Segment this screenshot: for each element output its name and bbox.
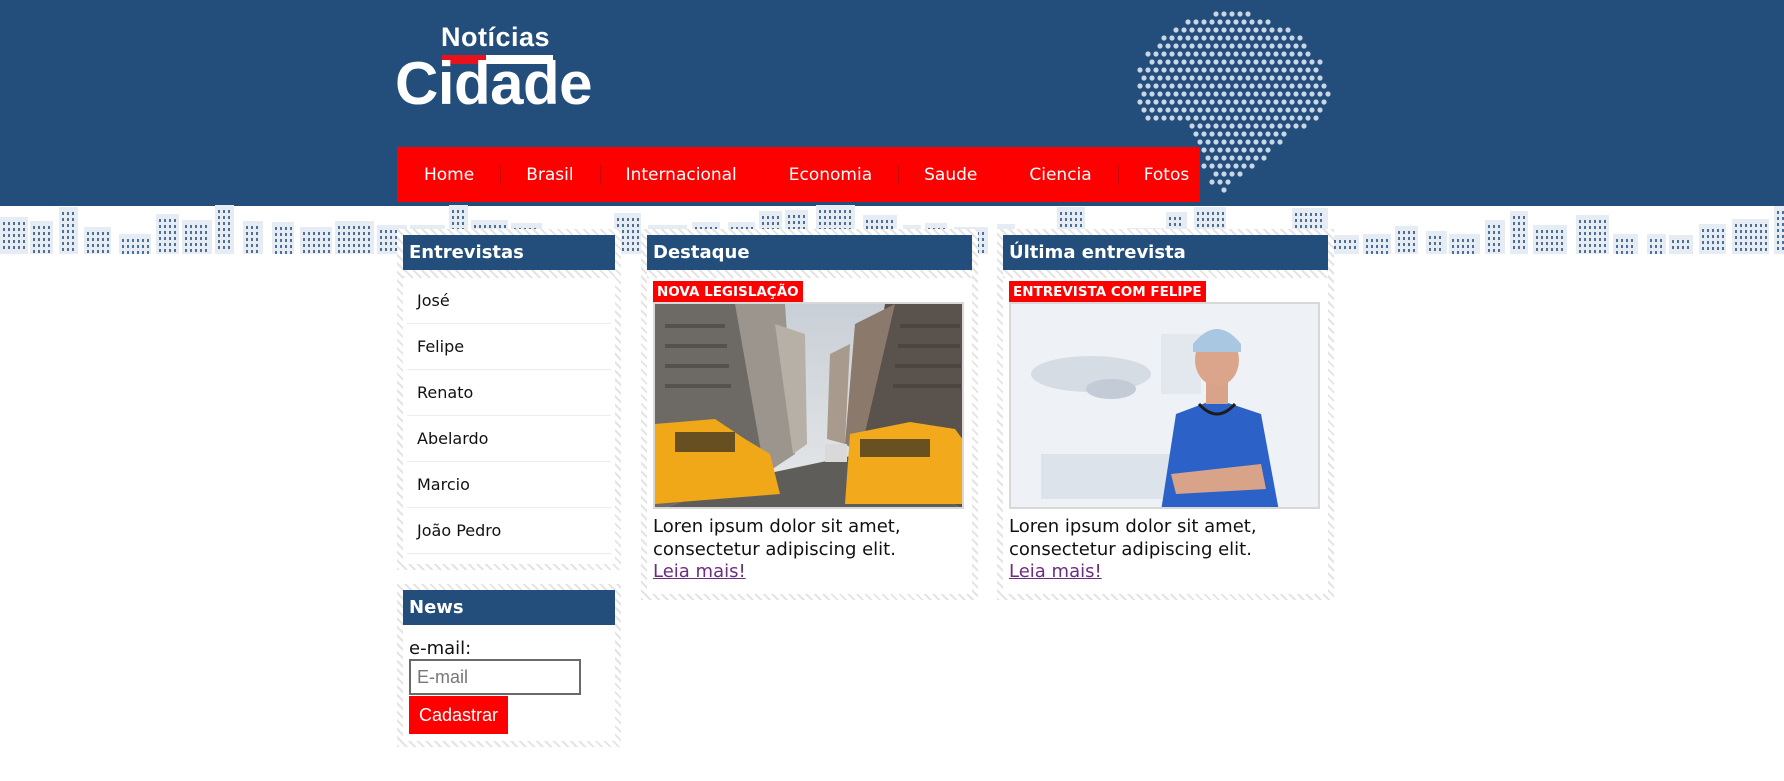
featured-box: Destaque NOVA LEGISLAÇÃO Loren ipsum dol…	[641, 229, 978, 600]
site-logo[interactable]: Notícias Cidade	[395, 22, 595, 117]
interview-item-marcio[interactable]: Marcio	[407, 462, 611, 508]
divider	[1003, 270, 1328, 278]
nav-item-home[interactable]: Home	[397, 147, 500, 202]
interview-item-abelardo[interactable]: Abelardo	[407, 416, 611, 462]
featured-badge: NOVA LEGISLAÇÃO	[653, 281, 803, 302]
nav-item-economia[interactable]: Economia	[762, 147, 898, 202]
latest-interview-text: Loren ipsum dolor sit amet, consectetur …	[1009, 516, 1257, 560]
logo-main-text: Cidade	[395, 50, 593, 117]
latest-interview-badge: ENTREVISTA COM FELIPE	[1009, 281, 1206, 302]
nav-item-saude[interactable]: Saude	[898, 147, 1003, 202]
nav-item-ciencia[interactable]: Ciencia	[1003, 147, 1117, 202]
newsletter-title: News	[403, 590, 615, 625]
latest-interview-title: Última entrevista	[1003, 235, 1328, 270]
divider	[647, 270, 972, 278]
newsletter-box: News e-mail: Cadastrar	[397, 584, 621, 747]
interviews-title: Entrevistas	[403, 235, 615, 270]
interview-item-renato[interactable]: Renato	[407, 370, 611, 416]
nav-item-fotos[interactable]: Fotos	[1117, 147, 1216, 202]
interviews-box: Entrevistas José Felipe Renato Abelardo …	[397, 229, 621, 570]
interview-item-felipe[interactable]: Felipe	[407, 324, 611, 370]
subscribe-button[interactable]: Cadastrar	[409, 696, 509, 734]
street-taxi-image[interactable]	[653, 302, 964, 509]
logo-top-text: Notícias	[441, 22, 551, 52]
email-input[interactable]	[409, 659, 581, 695]
featured-title: Destaque	[647, 235, 972, 270]
main-nav: Home Brasil Internacional Economia Saude…	[397, 147, 1200, 202]
interview-item-jose[interactable]: José	[407, 278, 611, 324]
surgeon-image[interactable]	[1009, 302, 1320, 509]
nav-item-internacional[interactable]: Internacional	[599, 147, 763, 202]
nav-item-brasil[interactable]: Brasil	[500, 147, 599, 202]
featured-text: Loren ipsum dolor sit amet, consectetur …	[653, 516, 901, 560]
latest-interview-read-more-link[interactable]: Leia mais!	[1009, 561, 1102, 582]
latest-interview-box: Última entrevista ENTREVISTA COM FELIPE	[997, 229, 1334, 600]
interview-item-joao-pedro[interactable]: João Pedro	[407, 508, 611, 554]
featured-read-more-link[interactable]: Leia mais!	[653, 561, 746, 582]
email-label: e-mail:	[409, 638, 472, 659]
divider	[403, 270, 615, 278]
